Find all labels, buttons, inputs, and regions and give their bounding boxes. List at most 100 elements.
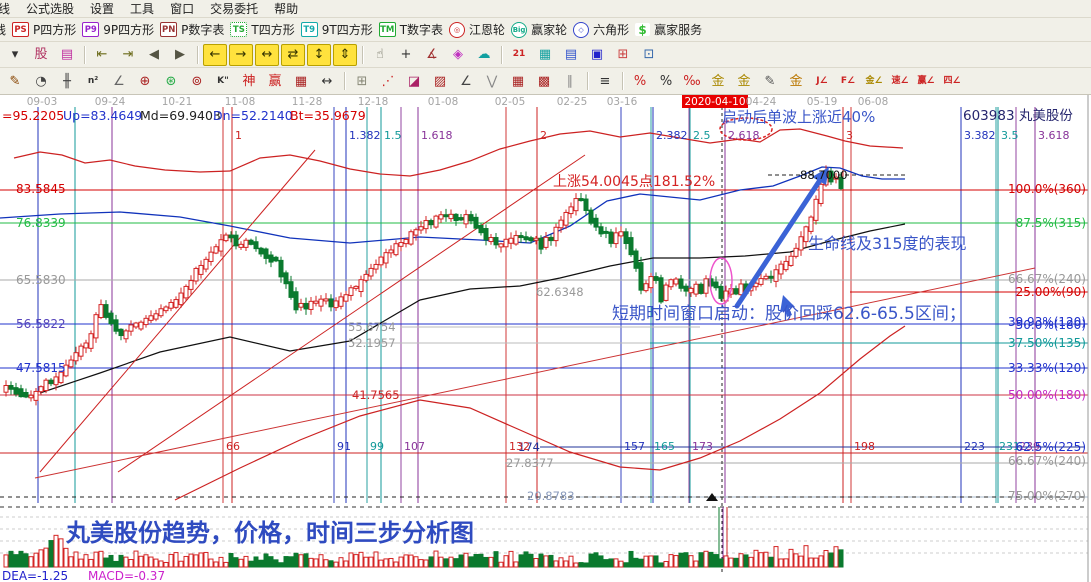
remote-pc-icon[interactable]: ⊡ — [637, 44, 661, 66]
zigzag-icon[interactable]: ⋁ — [480, 70, 504, 92]
gold-circle-icon[interactable]: 金 — [706, 70, 730, 92]
angle-fan-icon[interactable]: ∠ — [107, 70, 131, 92]
gold-wave-icon[interactable]: 金 — [784, 70, 808, 92]
time-cycle-icon[interactable]: ◔ — [29, 70, 53, 92]
notes-icon[interactable]: ▤ — [559, 44, 583, 66]
svg-text:91: 91 — [337, 440, 351, 453]
expand-all-icon[interactable]: ⇕ — [333, 44, 357, 66]
赢家服务-icon: $ — [635, 23, 650, 36]
expand-horizontal-icon[interactable]: ↔ — [255, 44, 279, 66]
view-dropdown-icon[interactable]: ▾ — [3, 44, 27, 66]
bar-spacing-icon[interactable]: ↔ — [315, 70, 339, 92]
last-bar-icon[interactable]: ⇥ — [116, 44, 140, 66]
chart-area[interactable]: 09-0309-2410-2111-0811-2812-1801-0802-05… — [0, 92, 1091, 582]
expand-vertical-icon: ↕ — [314, 48, 325, 61]
svg-text:50.0%(180): 50.0%(180) — [1016, 318, 1086, 332]
stock-settings-icon[interactable]: 股 — [29, 44, 53, 66]
menu-item-6[interactable]: 帮助 — [274, 0, 298, 17]
gold-circle-icon: 金 — [711, 75, 724, 88]
percent-line-icon: % — [634, 75, 646, 88]
square-of-nine-icon[interactable]: n² — [81, 70, 105, 92]
gann-target-icon[interactable]: ⊕ — [133, 70, 157, 92]
box-frame-icon[interactable]: ⊞ — [350, 70, 374, 92]
spider-web-icon[interactable]: ⊚ — [185, 70, 209, 92]
crosshair-tool-icon[interactable]: + — [394, 44, 418, 66]
jin-angle-icon[interactable]: 金∠ — [862, 70, 886, 92]
hand-tool-icon[interactable]: ☝ — [368, 44, 392, 66]
expand-all-icon: ⇕ — [340, 48, 351, 61]
shen-tool-icon[interactable]: 神 — [237, 70, 261, 92]
kline-mark-icon[interactable]: K" — [211, 70, 235, 92]
shape-tool-6[interactable]: ◎江恩轮 — [449, 21, 505, 38]
percent-line-icon[interactable]: % — [628, 70, 652, 92]
fan-rays-icon[interactable]: ⋰ — [376, 70, 400, 92]
sector-tool-icon[interactable]: ◪ — [402, 70, 426, 92]
shape-tool-7[interactable]: Big赢家轮 — [511, 21, 567, 38]
trend-angle-icon[interactable]: ∠ — [454, 70, 478, 92]
toolbar-separator — [197, 46, 198, 64]
percent-icon: % — [660, 75, 672, 88]
shift-right-icon[interactable]: → — [229, 44, 253, 66]
box-frame-icon: ⊞ — [357, 75, 368, 88]
ying-angle-icon: 赢∠ — [917, 77, 934, 86]
price-grid-icon[interactable]: ╫ — [55, 70, 79, 92]
brush-icon[interactable]: ✎ — [758, 70, 782, 92]
permille-icon[interactable]: ‰ — [680, 70, 704, 92]
svg-text:04-24: 04-24 — [746, 96, 777, 108]
angle-measure-icon[interactable]: ∡ — [420, 44, 444, 66]
gann-target-icon: ⊕ — [140, 75, 151, 88]
first-bar-icon[interactable]: ⇤ — [90, 44, 114, 66]
calendar-icon[interactable]: 21 — [507, 44, 531, 66]
gann-star-icon[interactable]: ⊛ — [159, 70, 183, 92]
shape-tool-4[interactable]: T99T四方形 — [301, 21, 373, 38]
next-bar-icon[interactable]: ▶ — [168, 44, 192, 66]
f-angle-icon[interactable]: F∠ — [836, 70, 860, 92]
pencil-tool-icon[interactable]: ✎ — [3, 70, 27, 92]
svg-text:165: 165 — [654, 440, 675, 453]
hatch-box-icon[interactable]: ▨ — [428, 70, 452, 92]
svg-text:2: 2 — [540, 129, 547, 142]
smart-analysis-icon[interactable]: ☁ — [472, 44, 496, 66]
shift-left-icon[interactable]: ← — [203, 44, 227, 66]
shape-tool-9[interactable]: $赢家服务 — [635, 21, 702, 38]
hand-tool-icon: ☝ — [376, 48, 384, 61]
prev-bar-icon[interactable]: ◀ — [142, 44, 166, 66]
ying-angle-icon[interactable]: 赢∠ — [914, 70, 938, 92]
stock-settings-icon: 股 — [34, 48, 47, 61]
percent-icon[interactable]: % — [654, 70, 678, 92]
shape-tool-2[interactable]: PNP数字表 — [160, 21, 224, 38]
grid-tool-icon[interactable]: ▦ — [506, 70, 530, 92]
menu-item-0[interactable]: 线 — [0, 0, 10, 17]
chart-canvas[interactable]: 09-0309-2410-2111-0811-2812-1801-0802-05… — [0, 92, 1091, 582]
menu-item-4[interactable]: 窗口 — [170, 0, 194, 17]
menu-item-2[interactable]: 设置 — [90, 0, 114, 17]
menu-item-3[interactable]: 工具 — [130, 0, 154, 17]
svg-text:02-25: 02-25 — [557, 96, 588, 108]
number-table-icon[interactable]: ▦ — [289, 70, 313, 92]
shape-tool-5[interactable]: TMT数字表 — [379, 21, 443, 38]
shape-tool-0[interactable]: PSP四方形 — [12, 21, 76, 38]
compress-horizontal-icon[interactable]: ⇄ — [281, 44, 305, 66]
menu-item-5[interactable]: 交易委托 — [210, 0, 258, 17]
numbered-grid-icon[interactable]: ▩ — [532, 70, 556, 92]
calculator-icon[interactable]: ▦ — [533, 44, 557, 66]
analysis-chart-icon[interactable]: ▤ — [55, 44, 79, 66]
svg-text:1.618: 1.618 — [421, 129, 453, 142]
save-icon[interactable]: ▣ — [585, 44, 609, 66]
network-icon[interactable]: ⊞ — [611, 44, 635, 66]
svg-text:223: 223 — [964, 440, 985, 453]
parallel-lines-icon[interactable]: ∥ — [558, 70, 582, 92]
menu-item-1[interactable]: 公式选股 — [26, 0, 74, 17]
j-angle-icon[interactable]: J∠ — [810, 70, 834, 92]
expand-vertical-icon[interactable]: ↕ — [307, 44, 331, 66]
align-list-icon[interactable]: ≡ — [593, 70, 617, 92]
ying-tool-icon[interactable]: 赢 — [263, 70, 287, 92]
shape-tool-3[interactable]: TST四方形 — [230, 21, 294, 38]
su-angle-icon[interactable]: 速∠ — [888, 70, 912, 92]
shape-tool-1[interactable]: P99P四方形 — [82, 21, 154, 38]
gann-shape-icon[interactable]: ◈ — [446, 44, 470, 66]
svg-text:88.7000: 88.7000 — [800, 168, 848, 182]
shape-tool-8[interactable]: ◇六角形 — [573, 21, 629, 38]
si-angle-icon[interactable]: 四∠ — [940, 70, 964, 92]
gold-lines-icon[interactable]: 金 — [732, 70, 756, 92]
